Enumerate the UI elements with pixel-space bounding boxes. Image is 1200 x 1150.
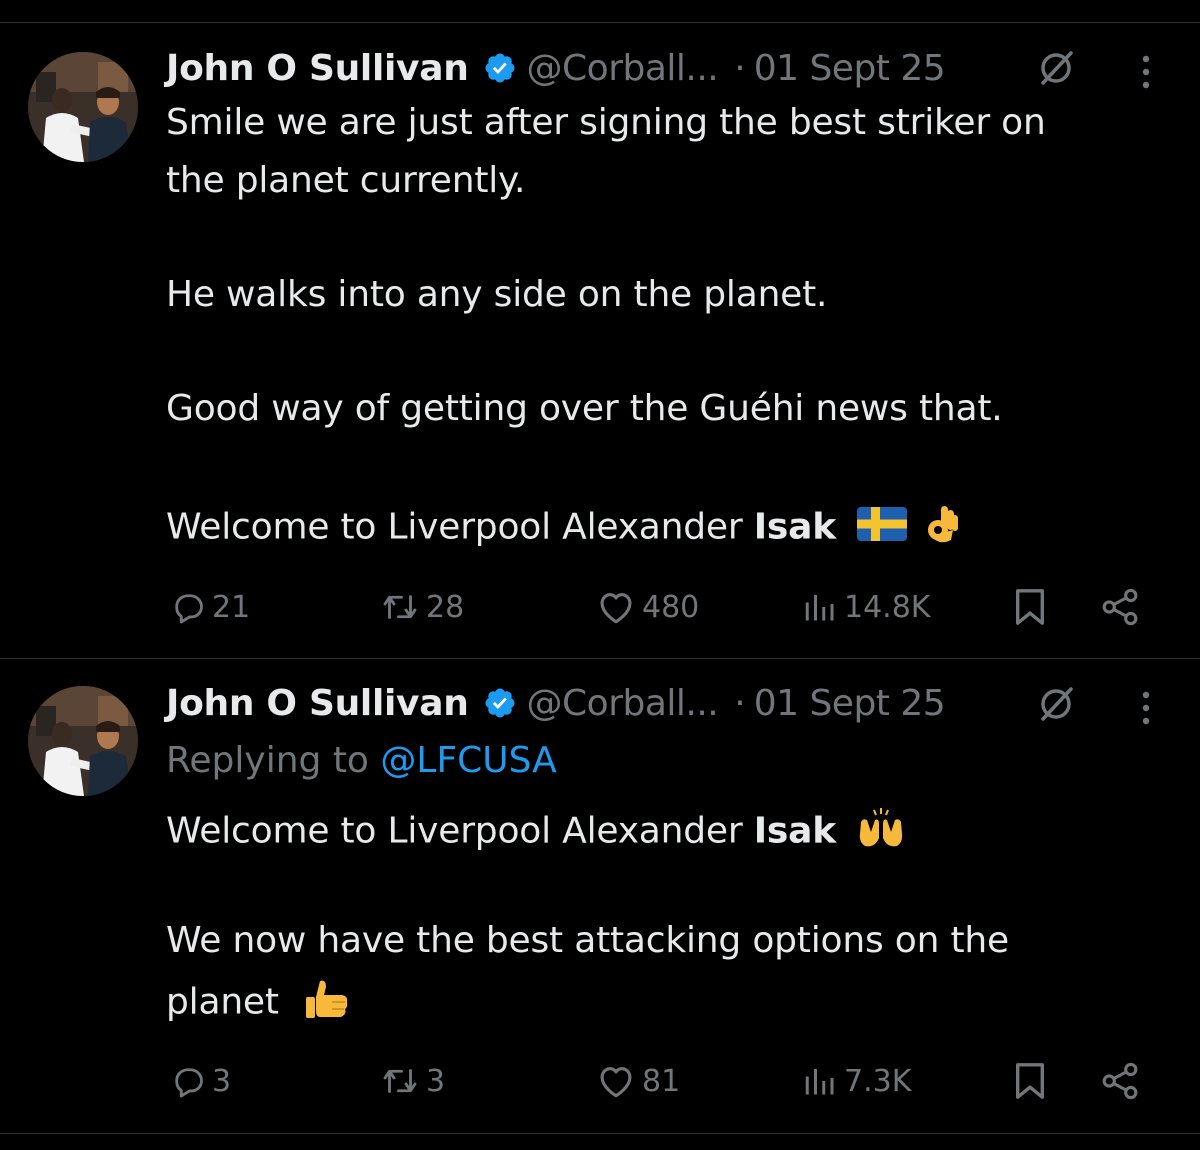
views-count: 14.8K [844, 589, 931, 625]
tweet-text-line: Welcome to Liverpool Alexander Isak [166, 502, 959, 555]
grok-icon[interactable] [1036, 48, 1076, 88]
like-count: 81 [642, 1063, 681, 1099]
separator-dot: · [734, 682, 746, 724]
replying-to: Replying to @LFCUSA [166, 740, 557, 781]
grok-icon[interactable] [1036, 684, 1076, 724]
tweet-date[interactable]: 01 Sept 25 [754, 683, 946, 724]
author-handle[interactable]: @Corball... [527, 48, 719, 89]
reply-button[interactable]: 21 [170, 582, 250, 632]
tweet-text-bold: Isak [753, 810, 836, 852]
views-count: 7.3K [844, 1063, 912, 1099]
verified-badge-icon [483, 51, 517, 85]
top-divider [0, 22, 1200, 23]
sweden-flag-icon [857, 507, 908, 550]
share-button[interactable] [1100, 582, 1140, 632]
tweet-actions: 3 3 81 7.3K [0, 1056, 1200, 1106]
heart-icon [600, 593, 632, 624]
share-button[interactable] [1100, 1056, 1140, 1106]
tweet-text-segment: planet [166, 981, 279, 1023]
verified-badge-icon [483, 686, 517, 720]
tweet-text-segment: Welcome to Liverpool Alexander [166, 810, 754, 852]
tweet-text-line: the planet currently. [166, 160, 526, 201]
bottom-divider [0, 1133, 1200, 1134]
share-icon [1102, 1062, 1138, 1100]
tweet-text-line: planet [166, 977, 350, 1030]
more-vertical-icon[interactable] [1136, 52, 1156, 92]
views-button[interactable]: 14.8K [802, 582, 930, 632]
raised-hands-icon [857, 806, 905, 859]
author-name[interactable]: John O Sullivan [166, 48, 469, 89]
more-vertical-icon[interactable] [1136, 688, 1156, 728]
author-name[interactable]: John O Sullivan [166, 683, 469, 724]
tweet-text-line: Smile we are just after signing the best… [166, 102, 1046, 143]
bookmark-icon [1016, 589, 1044, 625]
tweet-actions: 21 28 480 14.8K [0, 582, 1200, 632]
reply-count: 3 [212, 1063, 232, 1099]
reply-icon [175, 594, 203, 624]
ok-hand-icon [925, 502, 959, 555]
tweet-text-line: Good way of getting over the Guéhi news … [166, 388, 1003, 429]
reply-count: 21 [212, 589, 251, 625]
repost-count: 3 [426, 1063, 446, 1099]
repost-icon [383, 595, 417, 619]
repost-button[interactable]: 3 [380, 1056, 445, 1106]
replying-to-label: Replying to [166, 740, 381, 781]
tweet-header: John O Sullivan @Corball... · 01 Sept 25 [166, 43, 946, 93]
tweet-text-bold: Isak [753, 506, 836, 548]
views-icon [805, 595, 834, 621]
tweet-date[interactable]: 01 Sept 25 [754, 48, 946, 89]
repost-icon [383, 1069, 417, 1093]
like-button[interactable]: 81 [596, 1056, 680, 1106]
like-count: 480 [642, 589, 700, 625]
views-button[interactable]: 7.3K [802, 1056, 911, 1106]
tweet-text-line: Welcome to Liverpool Alexander Isak [166, 806, 905, 859]
avatar[interactable] [28, 686, 138, 796]
tweet-text-segment: Welcome to Liverpool Alexander [166, 506, 754, 548]
separator-dot: · [734, 47, 746, 89]
like-button[interactable]: 480 [596, 582, 699, 632]
avatar[interactable] [28, 52, 138, 162]
repost-count: 28 [426, 589, 465, 625]
bookmark-button[interactable] [1012, 582, 1048, 632]
repost-button[interactable]: 28 [380, 582, 464, 632]
tweet-text-line: We now have the best attacking options o… [166, 920, 1009, 961]
reply-button[interactable]: 3 [170, 1056, 231, 1106]
reply-icon [175, 1068, 203, 1098]
tweet-divider [0, 658, 1200, 659]
thumbs-up-icon [304, 977, 350, 1030]
mention-link[interactable]: @LFCUSA [380, 740, 556, 781]
heart-icon [600, 1067, 632, 1098]
bookmark-button[interactable] [1012, 1056, 1048, 1106]
bookmark-icon [1016, 1063, 1044, 1099]
share-icon [1102, 588, 1138, 626]
views-icon [805, 1069, 834, 1095]
tweet-header: John O Sullivan @Corball... · 01 Sept 25 [166, 678, 946, 728]
tweet-text-line: He walks into any side on the planet. [166, 274, 828, 315]
author-handle[interactable]: @Corball... [527, 683, 719, 724]
